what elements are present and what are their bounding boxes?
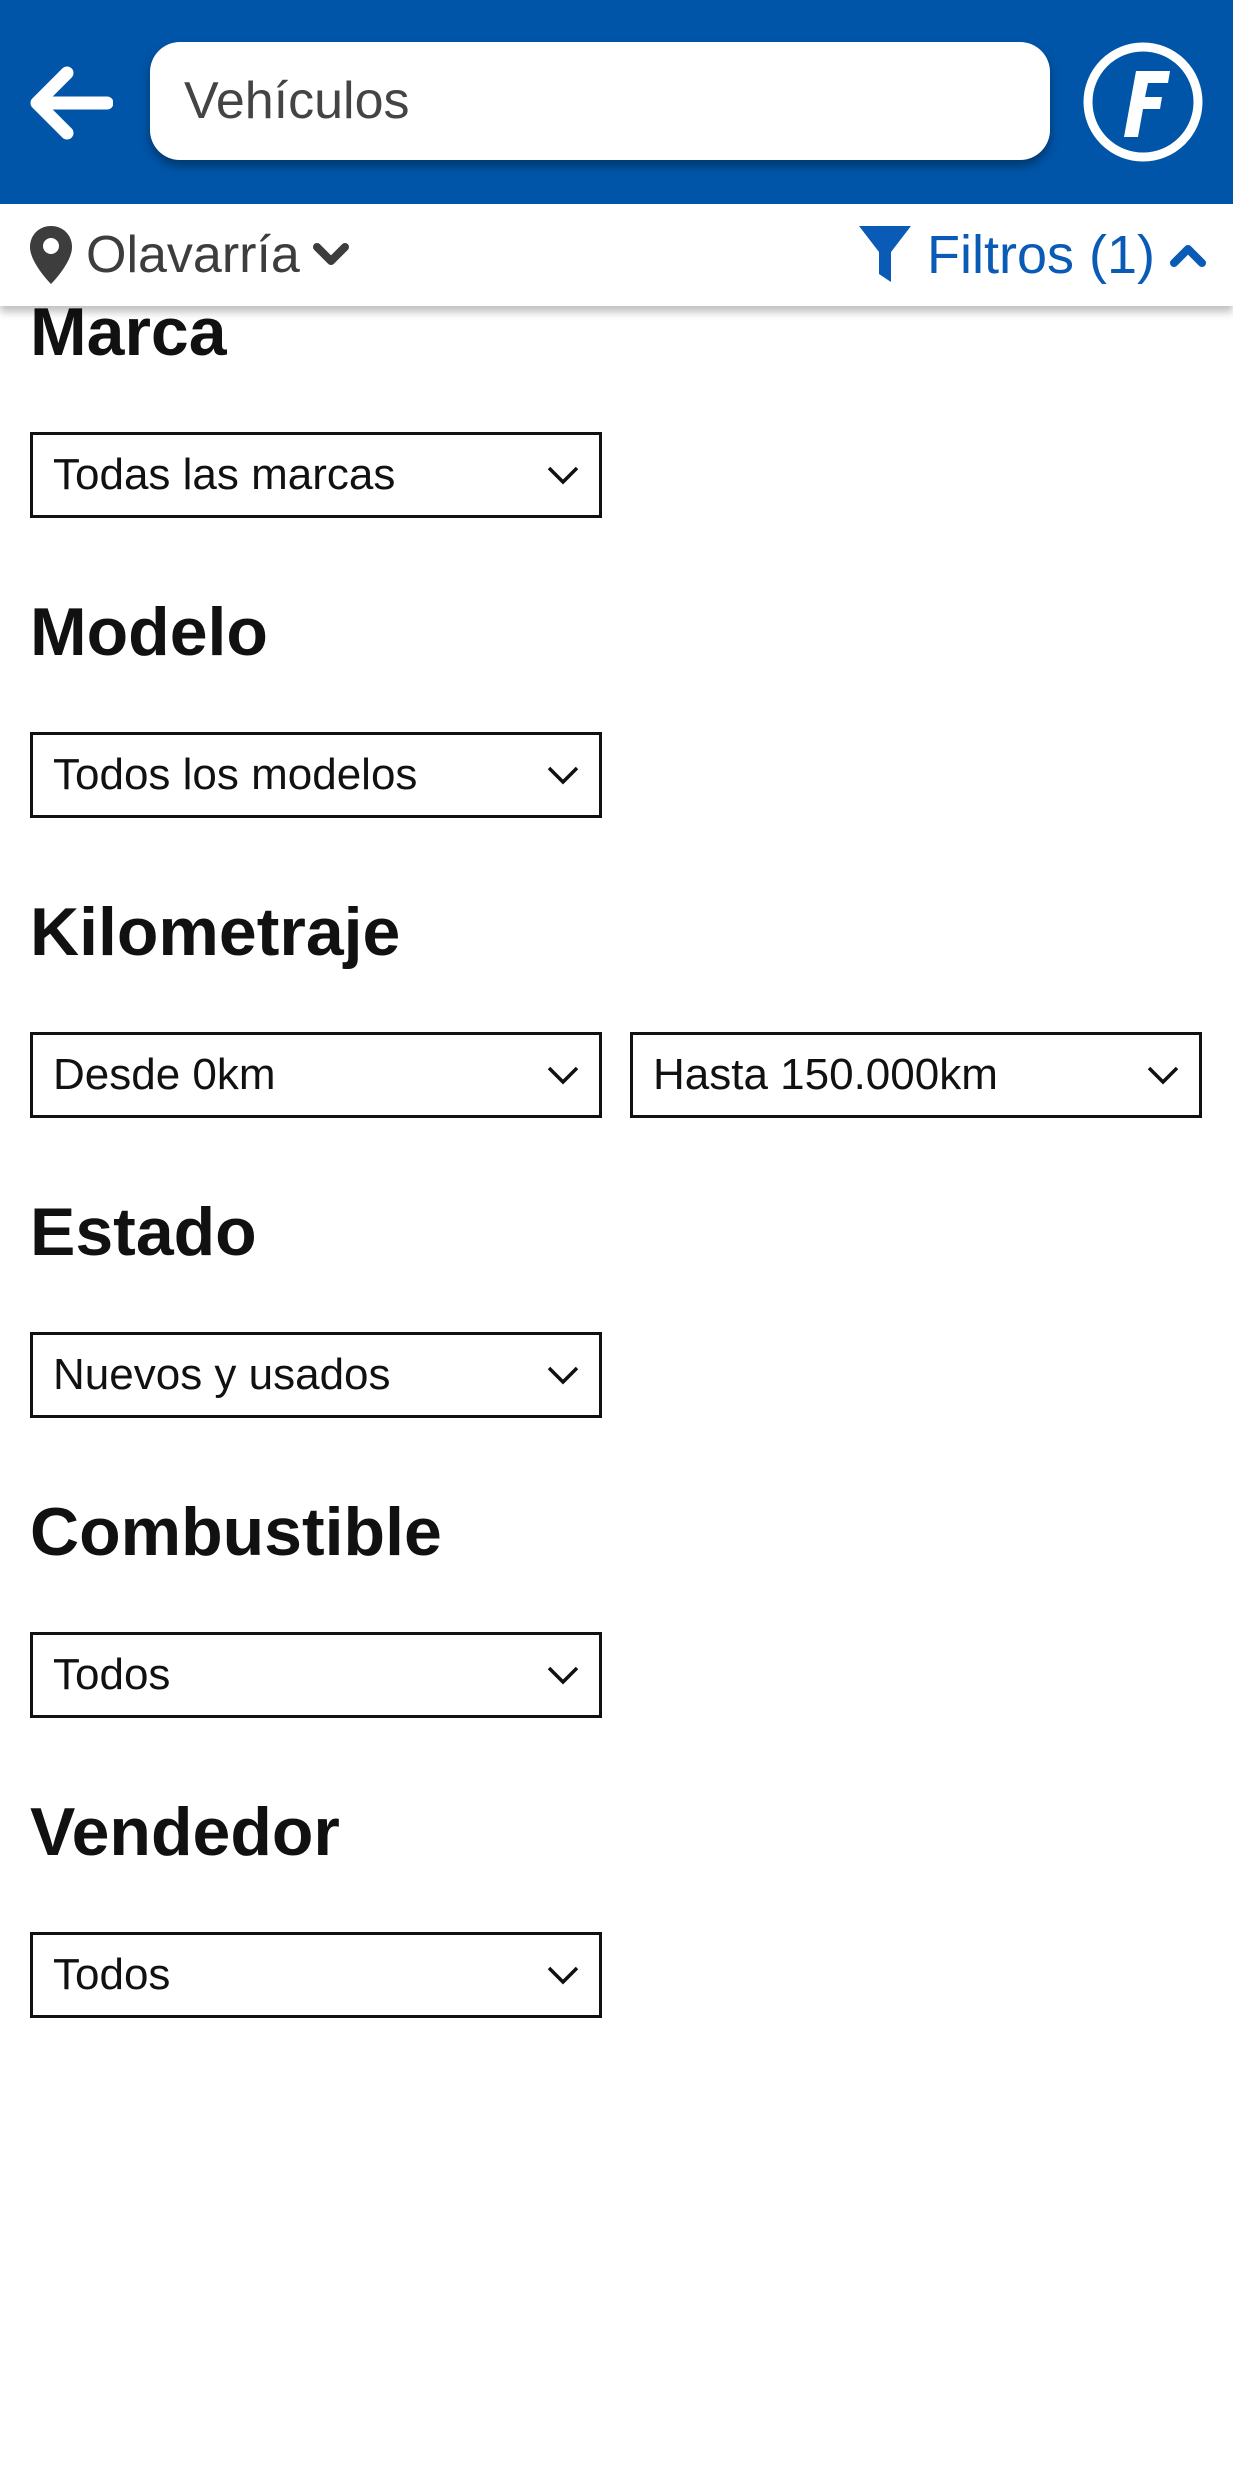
- chevron-down-icon: [543, 455, 583, 495]
- select-modelo[interactable]: Todos los modelos: [30, 732, 602, 818]
- arrow-left-icon: [30, 66, 113, 140]
- select-kilometraje-hasta-value: Hasta 150.000km: [653, 1050, 998, 1099]
- search-field[interactable]: [150, 42, 1050, 160]
- back-button[interactable]: [22, 55, 118, 151]
- app-bar: [0, 0, 1233, 204]
- section-title-estado: Estado: [30, 1194, 257, 1270]
- filters-toggle[interactable]: Filtros (1): [857, 222, 1207, 288]
- chevron-down-icon: [1143, 1055, 1183, 1095]
- select-kilometraje-desde-value: Desde 0km: [53, 1050, 276, 1099]
- select-vendedor[interactable]: Todos: [30, 1932, 602, 2018]
- brand-logo-button[interactable]: [1082, 41, 1204, 163]
- select-kilometraje-desde[interactable]: Desde 0km: [30, 1032, 602, 1118]
- select-combustible[interactable]: Todos: [30, 1632, 602, 1718]
- select-kilometraje-hasta[interactable]: Hasta 150.000km: [630, 1032, 1202, 1118]
- search-input[interactable]: [182, 70, 1050, 132]
- select-estado-value: Nuevos y usados: [53, 1350, 391, 1399]
- filters-label: Filtros (1): [927, 225, 1155, 285]
- filters-panel: Marca Todas las marcas Modelo Todos los …: [0, 306, 1233, 2469]
- chevron-down-icon: [543, 1655, 583, 1695]
- section-title-marca: Marca: [30, 306, 227, 370]
- select-estado[interactable]: Nuevos y usados: [30, 1332, 602, 1418]
- select-vendedor-value: Todos: [53, 1950, 171, 1999]
- chevron-down-icon: [543, 1355, 583, 1395]
- select-marca-value: Todas las marcas: [53, 450, 396, 499]
- select-modelo-value: Todos los modelos: [53, 750, 418, 799]
- location-selector[interactable]: Olavarría: [28, 222, 350, 288]
- section-title-vendedor: Vendedor: [30, 1794, 340, 1870]
- brand-f-logo-icon: [1083, 42, 1203, 162]
- select-marca[interactable]: Todas las marcas: [30, 432, 602, 518]
- map-pin-icon: [30, 226, 72, 284]
- section-title-combustible: Combustible: [30, 1494, 442, 1570]
- location-filter-bar: Olavarría Filtros (1): [0, 204, 1233, 306]
- chevron-down-icon: [543, 1955, 583, 1995]
- chevron-down-icon: [543, 755, 583, 795]
- location-label: Olavarría: [86, 226, 300, 284]
- section-title-modelo: Modelo: [30, 594, 268, 670]
- chevron-down-icon: [312, 243, 349, 265]
- chevron-up-icon: [1170, 245, 1206, 267]
- section-title-kilometraje: Kilometraje: [30, 894, 401, 970]
- select-combustible-value: Todos: [53, 1650, 171, 1699]
- chevron-down-icon: [543, 1055, 583, 1095]
- filter-funnel-icon: [859, 226, 911, 282]
